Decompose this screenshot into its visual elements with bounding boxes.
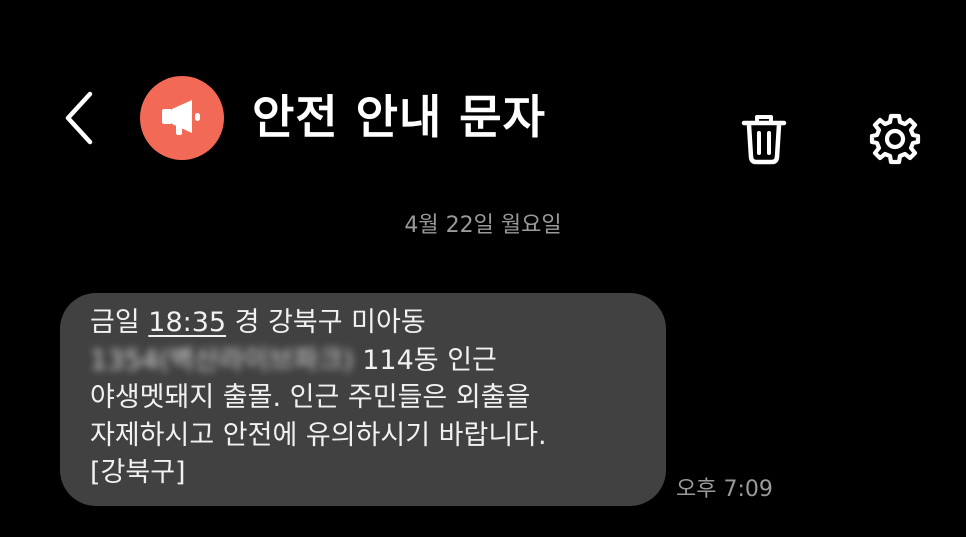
chevron-left-icon	[65, 91, 93, 145]
message-line-5: [강북구]	[90, 457, 186, 488]
message-line-3: 야생멧돼지 출몰. 인근 주민들은 외출을	[90, 382, 531, 413]
message-text: 114동 인근	[353, 344, 497, 376]
date-separator: 4월 22일 월요일	[0, 210, 966, 242]
message-bubble[interactable]: 금일 18:35 경 강북구 미아동 1354(벽산라이브파크) 114동 인근…	[60, 293, 666, 506]
message-text: 금일	[90, 307, 149, 338]
redacted-address: 1354(벽산라이브파크)	[90, 344, 354, 376]
page-title: 안전 안내 문자	[252, 90, 546, 144]
delete-button[interactable]	[740, 112, 788, 166]
message-time-link[interactable]: 18:35	[148, 307, 226, 338]
message-line-2: 1354(벽산라이브파크) 114동 인근	[90, 342, 666, 380]
gear-icon	[869, 113, 921, 165]
message-line-1: 금일 18:35 경 강북구 미아동	[90, 304, 666, 342]
settings-button[interactable]	[868, 112, 922, 166]
message-line-4: 자제하시고 안전에 유의하시기 바랍니다.	[90, 419, 547, 451]
message-text: 경 강북구 미아동	[226, 307, 426, 338]
date-separator-label: 4월 22일 월요일	[404, 213, 562, 238]
megaphone-icon	[162, 100, 200, 135]
sender-avatar	[140, 76, 224, 160]
trash-icon	[741, 115, 787, 165]
message-timestamp: 오후 7:09	[676, 477, 773, 502]
back-button[interactable]	[56, 88, 106, 148]
